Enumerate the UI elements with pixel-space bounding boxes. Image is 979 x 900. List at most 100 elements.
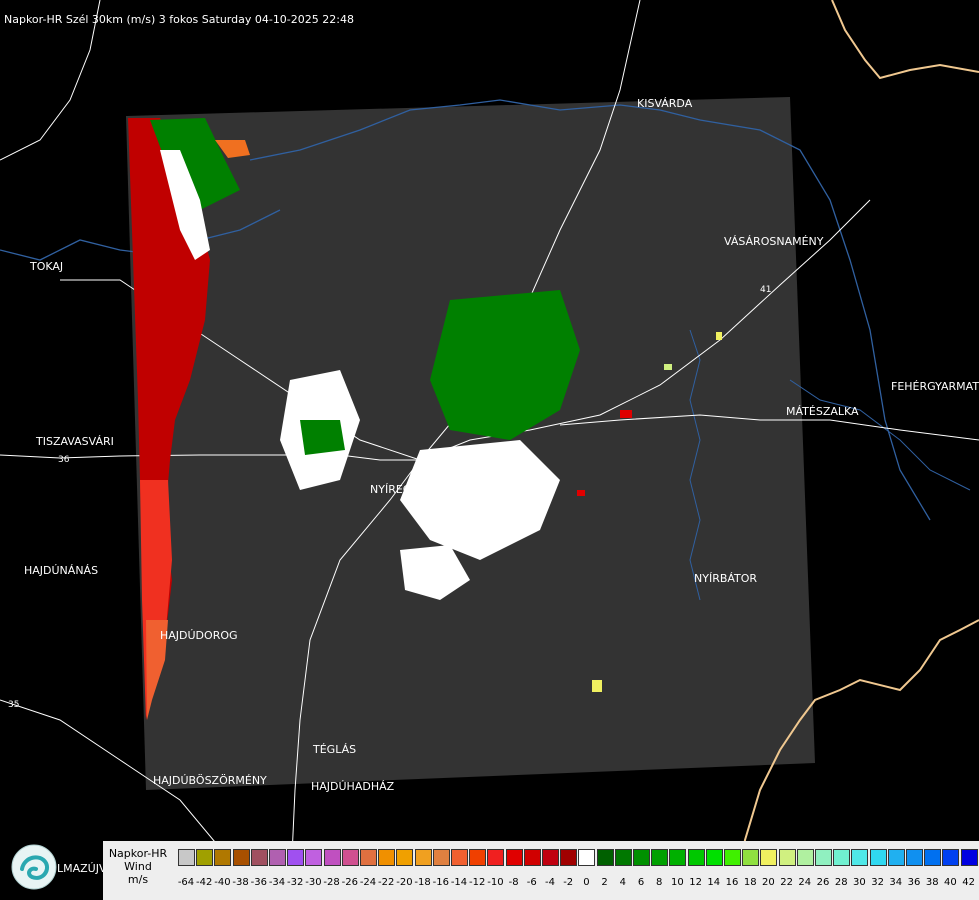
legend-swatch (869, 849, 887, 866)
city-label-mateszalka: MÁTÉSZALKA (786, 405, 859, 418)
legend-tick-label: -10 (487, 877, 504, 888)
legend-tick-label: -36 (250, 877, 267, 888)
legend-swatch (578, 849, 596, 866)
legend-tick-label: -4 (545, 877, 555, 888)
legend-tick-label: -26 (341, 877, 358, 888)
city-label-nyirbator: NYÍRBÁTOR (694, 572, 758, 585)
city-label-hajdunanas: HAJDÚNÁNÁS (24, 564, 99, 577)
legend-tick-label: 18 (743, 877, 757, 888)
logo-icon (11, 844, 57, 890)
legend-swatch (851, 849, 869, 866)
road-number: 35 (8, 700, 20, 710)
legend-swatch (796, 849, 814, 866)
legend-swatch (287, 849, 305, 866)
radar-coverage-area (126, 97, 815, 790)
legend-tick-label: 24 (798, 877, 812, 888)
city-label-nagykallo: NAGYKÁLLÓ (437, 522, 503, 535)
legend-tick-label: 36 (907, 877, 921, 888)
legend-swatch (360, 849, 377, 866)
legend-swatch (214, 849, 232, 866)
legend-swatch (432, 849, 450, 866)
map-canvas (0, 0, 979, 900)
legend-tick-label: -20 (396, 877, 413, 888)
legend-line1: Napkor-HR (108, 847, 168, 860)
legend: Napkor-HR Wind m/s -64 -42 -40 -38 -36 -34 -32… (103, 841, 979, 900)
legend-title: Napkor-HR Wind m/s (103, 841, 173, 900)
legend-swatch (378, 849, 396, 866)
legend-tick-label: 4 (619, 877, 626, 888)
legend-swatch (523, 849, 541, 866)
legend-tick-label: 26 (816, 877, 830, 888)
legend-tick-label: 28 (834, 877, 848, 888)
city-label-teglas: TÉGLÁS (313, 743, 357, 756)
legend-tick-label: 0 (583, 877, 590, 888)
city-label-hajdudorog: HAJDÚDOROG (160, 629, 238, 642)
city-label-hajduhadhaz: HAJDÚHADHÁZ (311, 780, 395, 793)
legend-tick-label: 40 (944, 877, 957, 888)
legend-swatch (232, 849, 250, 866)
city-label-tokaj: TOKAJ (30, 260, 64, 273)
legend-tick-label: -24 (359, 877, 377, 888)
legend-tick-label: 34 (889, 877, 903, 888)
legend-tick-label: 8 (656, 877, 663, 888)
legend-swatch (942, 849, 960, 866)
legend-tick-label: 30 (853, 877, 866, 888)
legend-tick-label: -16 (432, 877, 449, 888)
legend-line2: Wind (124, 860, 152, 873)
city-label-hajduboszormeny: HAJDÚBÖSZÖRMÉNY (153, 774, 267, 787)
legend-swatch (633, 849, 650, 866)
city-label-vasarosnameny: VÁSÁROSNAMÉNY (724, 235, 824, 248)
legend-swatch (451, 849, 468, 866)
country-border (831, 0, 979, 80)
radar-map: Napkor-HR Szél 30km (m/s) 3 fokos Saturd… (0, 0, 979, 900)
legend-swatch (669, 849, 687, 866)
legend-tick-label: -6 (526, 877, 537, 888)
legend-swatch (687, 849, 705, 866)
legend-swatch (269, 849, 286, 866)
legend-tick-label: -8 (508, 877, 519, 888)
legend-swatch (250, 849, 268, 866)
legend-tick-label: -2 (563, 877, 574, 888)
echo-red-dot (577, 490, 585, 496)
legend-tick-label: -30 (305, 877, 322, 888)
legend-swatch (505, 849, 523, 866)
legend-tick-label: 6 (637, 877, 645, 888)
legend-tick-label: 14 (707, 877, 721, 888)
legend-swatch (760, 849, 778, 866)
city-label-fehergyarmat: FEHÉRGYARMAT (891, 380, 979, 393)
legend-swatch (396, 849, 414, 866)
legend-swatch (560, 849, 578, 866)
legend-swatch (833, 849, 851, 866)
echo-cyan-south (592, 680, 602, 692)
legend-line3: m/s (127, 873, 149, 886)
legend-swatch (614, 849, 632, 866)
legend-swatch (924, 849, 942, 866)
echo-yellow-mid (664, 364, 672, 370)
legend-swatch (724, 849, 741, 866)
legend-swatch (341, 849, 359, 866)
legend-tick-label: 32 (871, 877, 884, 888)
legend-tick-label: -42 (196, 877, 213, 888)
city-label-kisvarda: KISVÁRDA (637, 97, 693, 110)
legend-tick-label: 12 (689, 877, 702, 888)
legend-swatch (887, 849, 905, 866)
legend-tick-label: -18 (414, 877, 431, 888)
legend-tick-label: 22 (780, 877, 793, 888)
legend-swatch (705, 849, 723, 866)
legend-swatch (906, 849, 923, 866)
legend-swatch (178, 849, 195, 866)
legend-swatch (778, 849, 796, 866)
legend-tick-label: -32 (287, 877, 304, 888)
legend-swatch (960, 849, 978, 866)
legend-tick-label: 16 (725, 877, 739, 888)
legend-swatch (305, 849, 323, 866)
legend-swatch (596, 849, 614, 866)
legend-swatch (196, 849, 214, 866)
legend-tick-label: -34 (268, 877, 286, 888)
legend-tick-label: 10 (671, 877, 684, 888)
legend-tick-label: -64 (177, 877, 195, 888)
echo-red-east (620, 410, 632, 418)
legend-tick-label: -40 (214, 877, 231, 888)
legend-swatch (323, 849, 341, 866)
legend-swatch (487, 849, 505, 866)
